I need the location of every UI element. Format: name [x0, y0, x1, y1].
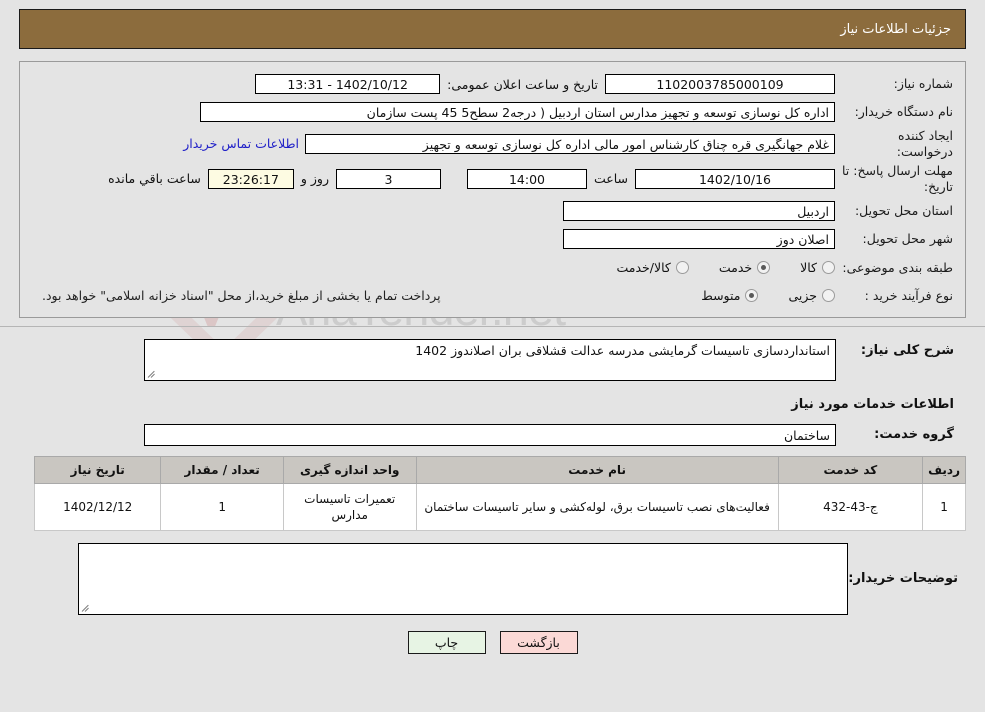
remaining-time-label: ساعت باقي مانده	[108, 171, 201, 187]
description-row: شرح کلی نیاز: استانداردسازی تاسیسات گرما…	[31, 338, 954, 381]
buyer-contact-link[interactable]: اطلاعات تماس خریدار	[183, 136, 305, 151]
need-number-row: شماره نیاز: 1102003785000109 تاریخ و ساع…	[32, 72, 953, 96]
buyer-comments-textarea[interactable]	[78, 542, 848, 615]
process-label: نوع فرآیند خرید :	[864, 287, 953, 303]
process-option-jozii[interactable]: جزیی	[788, 288, 835, 303]
remaining-days-label: روز و	[300, 171, 329, 187]
city-row: شهر محل تحویل: اصلان دوز	[32, 227, 953, 251]
category-option-kala-khedmat[interactable]: کالا/خدمت	[616, 260, 689, 275]
buyer-comments-row: توضیحات خریدار:	[19, 542, 966, 615]
need-number-field[interactable]: 1102003785000109	[605, 74, 835, 94]
category-option-kala[interactable]: کالا	[800, 260, 835, 275]
buyer-org-row: نام دستگاه خریدار: اداره کل نوسازی توسعه…	[32, 100, 953, 124]
category-option-label: کالا/خدمت	[616, 260, 671, 275]
radio-icon[interactable]	[822, 289, 835, 302]
description-label: شرح کلی نیاز:	[860, 342, 954, 358]
deadline-date-field[interactable]: 1402/10/16	[635, 168, 835, 189]
city-field[interactable]: اصلان دوز	[563, 228, 835, 249]
radio-icon[interactable]	[745, 289, 759, 302]
creator-field[interactable]: غلام جهانگیری قره چناق کارشناس امور مالی…	[305, 133, 835, 154]
announce-label: تاریخ و ساعت اعلان عمومی:	[447, 76, 598, 92]
cell-quantity: 1	[160, 482, 284, 531]
page-title: جزئیات اطلاعات نیاز	[840, 21, 951, 37]
header-quantity: تعداد / مقدار	[160, 455, 284, 484]
cell-unit: تعمیرات تاسیسات مدارس	[282, 482, 417, 531]
deadline-time-field[interactable]: 14:00	[466, 168, 587, 189]
service-group-label: گروه خدمت:	[874, 427, 954, 442]
creator-row: ایجاد کننده درخواست: غلام جهانگیری قره چ…	[32, 128, 953, 159]
page-title-bar: جزئیات اطلاعات نیاز	[19, 9, 966, 49]
header-need-date: تاریخ نیاز	[33, 455, 162, 484]
radio-icon[interactable]	[675, 261, 689, 274]
services-table: ردیف کد خدمت نام خدمت واحد اندازه گیری ت…	[33, 455, 966, 531]
process-option-motevaset[interactable]: متوسط	[701, 288, 759, 303]
table-row: 1 ج-43-432 فعالیت‌های نصب تاسیسات برق، ل…	[33, 482, 966, 531]
process-option-label: متوسط	[701, 288, 741, 303]
radio-icon[interactable]	[757, 261, 771, 274]
page-root: جزئیات اطلاعات نیاز شماره نیاز: 11020037…	[0, 9, 985, 654]
radio-icon[interactable]	[822, 261, 835, 274]
header-service-name: نام خدمت	[415, 455, 779, 484]
buyer-org-field[interactable]: اداره کل نوسازی توسعه و تجهیز مدارس استا…	[200, 102, 835, 122]
remaining-time-field: 23:26:17	[207, 168, 294, 189]
remaining-days-field: 3	[335, 168, 441, 189]
deadline-label: مهلت ارسال پاسخ: تا تاریخ:	[842, 163, 953, 194]
header-unit: واحد اندازه گیری	[282, 455, 417, 484]
service-group-row: گروه خدمت: ساختمان	[31, 423, 954, 446]
payment-note: پرداخت تمام یا بخشی از مبلغ خرید،از محل …	[42, 288, 441, 303]
header-radif: ردیف	[922, 455, 966, 484]
province-label: استان محل تحویل:	[854, 202, 953, 218]
need-number-label: شماره نیاز:	[893, 76, 953, 92]
category-option-label: خدمت	[718, 260, 753, 275]
cell-service-code: ج-43-432	[777, 482, 924, 531]
back-button[interactable]: بازگشت	[499, 630, 578, 654]
deadline-hour-label: ساعت	[593, 171, 628, 187]
buyer-org-label: نام دستگاه خریدار:	[854, 104, 953, 120]
category-row: طبقه بندی موضوعی: کالا خدمت کالا/خدمت	[32, 255, 953, 281]
resize-grip-icon[interactable]	[147, 369, 157, 379]
table-header-row: ردیف کد خدمت نام خدمت واحد اندازه گیری ت…	[33, 455, 966, 484]
deadline-row: مهلت ارسال پاسخ: تا تاریخ: 1402/10/16 سا…	[32, 163, 953, 194]
city-label: شهر محل تحویل:	[862, 230, 953, 246]
cell-service-name: فعالیت‌های نصب تاسیسات برق، لوله‌کشی و س…	[415, 482, 779, 531]
description-textarea[interactable]: استانداردسازی تاسیسات گرمایشی مدرسه عدال…	[144, 338, 836, 381]
service-group-field[interactable]: ساختمان	[144, 423, 836, 446]
province-field[interactable]: اردبیل	[563, 200, 835, 221]
resize-grip-icon[interactable]	[81, 603, 91, 613]
province-row: استان محل تحویل: اردبیل	[32, 199, 953, 223]
category-label: طبقه بندی موضوعی:	[842, 259, 953, 275]
action-buttons: بازگشت چاپ	[0, 630, 985, 654]
category-option-label: کالا	[800, 260, 817, 275]
buyer-comments-label: توضیحات خریدار:	[848, 570, 958, 586]
cell-radif: 1	[922, 482, 966, 531]
category-option-khedmat[interactable]: خدمت	[718, 260, 771, 275]
details-section: شرح کلی نیاز: استانداردسازی تاسیسات گرما…	[19, 327, 966, 446]
announce-datetime-field[interactable]: 1402/10/12 - 13:31	[255, 74, 441, 94]
process-row: نوع فرآیند خرید : جزیی متوسط پرداخت تمام…	[32, 283, 953, 309]
services-section-heading: اطلاعات خدمات مورد نیاز	[791, 396, 954, 412]
creator-label: ایجاد کننده درخواست:	[896, 128, 953, 159]
process-option-label: جزیی	[788, 288, 817, 303]
need-info-panel: شماره نیاز: 1102003785000109 تاریخ و ساع…	[19, 61, 966, 318]
header-service-code: کد خدمت	[777, 455, 924, 484]
print-button[interactable]: چاپ	[407, 630, 486, 654]
description-value: استانداردسازی تاسیسات گرمایشی مدرسه عدال…	[415, 342, 830, 358]
cell-need-date: 1402/12/12	[33, 482, 162, 531]
